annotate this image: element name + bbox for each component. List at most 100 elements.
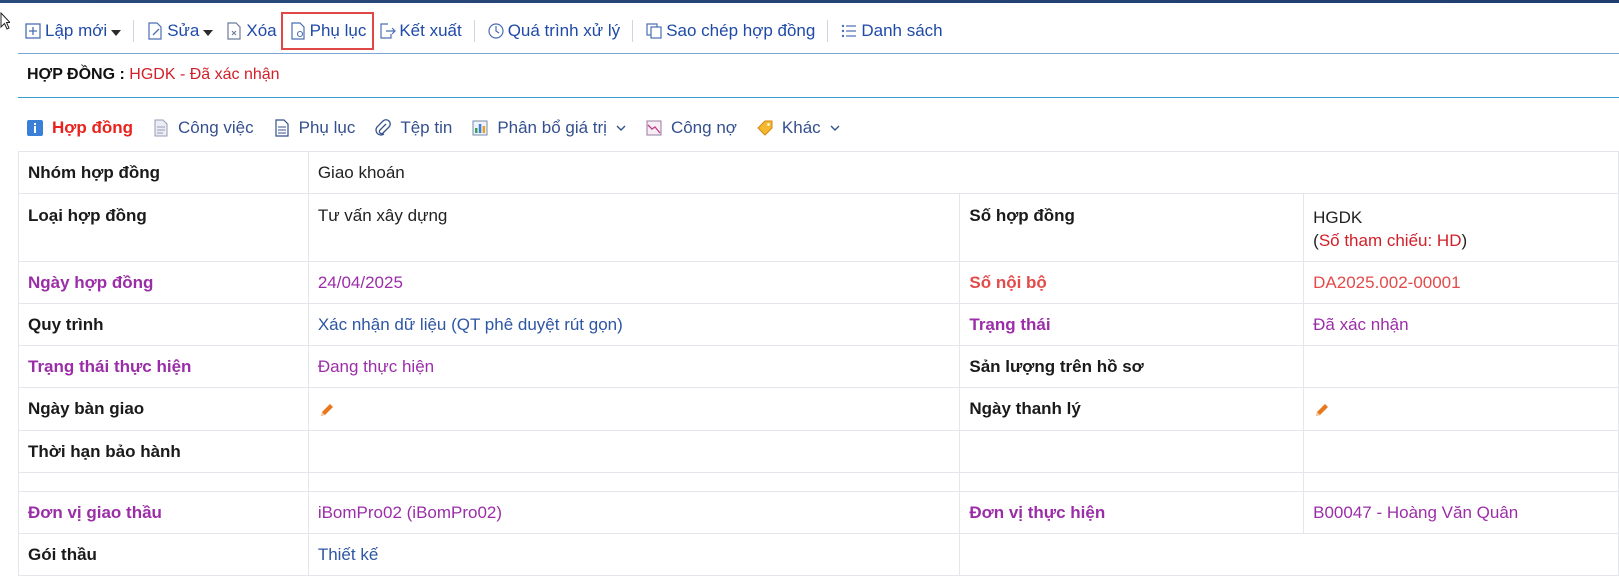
appendix-button[interactable]: Phụ lục [280, 12, 375, 50]
output-on-record-label: Sản lượng trên hồ sơ [959, 345, 1305, 388]
workflow-value[interactable]: Xác nhận dữ liệu (QT phê duyệt rút gọn) [307, 303, 961, 346]
contract-number-value: HGDK [1313, 208, 1363, 227]
table-spacer-row [18, 472, 1619, 492]
handover-date-label: Ngày bàn giao [18, 387, 309, 431]
appendix-doc-icon [291, 22, 305, 40]
internal-number-value: DA2025.002-00001 [1303, 261, 1619, 304]
chevron-down-icon [203, 29, 214, 36]
empty-cell [18, 472, 309, 492]
table-row: Trạng thái thực hiện Đang thực hiện Sản … [18, 345, 1619, 388]
tab-tasks[interactable]: Công việc [152, 118, 254, 138]
liquidation-date-label: Ngày thanh lý [959, 387, 1305, 431]
reference-number-text: Số tham chiếu: HD [1318, 231, 1462, 250]
pencil-icon[interactable] [1313, 401, 1331, 419]
table-row: Ngày hợp đồng 24/04/2025 Số nội bộ DA202… [18, 261, 1619, 304]
table-row: Nhóm hợp đồng Giao khoán [18, 151, 1619, 194]
bid-package-value[interactable]: Thiết kế [307, 533, 961, 576]
empty-cell [959, 430, 1305, 473]
output-on-record-value [1303, 345, 1619, 388]
tab-files[interactable]: Tệp tin [374, 118, 452, 138]
tab-other-label: Khác [781, 118, 821, 137]
empty-cell [307, 472, 961, 492]
warranty-period-label: Thời hạn bảo hành [18, 430, 309, 473]
copy-contract-button[interactable]: Sao chép hợp đồng [639, 14, 821, 48]
bid-package-label: Gói thầu [18, 533, 309, 576]
history-clock-icon [488, 23, 504, 39]
export-button-label: Kết xuất [399, 21, 462, 40]
contract-group-value: Giao khoán [307, 151, 1619, 194]
contract-date-label: Ngày hợp đồng [18, 261, 309, 304]
detail-tabs: Hợp đồng Công việc Phụ lục Tệp tin Phân … [26, 114, 859, 142]
table-row: Quy trình Xác nhận dữ liệu (QT phê duyệt… [18, 303, 1619, 346]
toolbar-divider-line [18, 53, 1619, 54]
tag-icon [757, 120, 773, 136]
contract-number-cell: HGDK (Số tham chiếu: HD) [1303, 193, 1619, 262]
liquidation-date-cell [1303, 387, 1619, 431]
tab-debt-label: Công nợ [670, 118, 737, 137]
tab-appendix-label: Phụ lục [298, 118, 356, 137]
delete-doc-icon [227, 22, 241, 40]
handover-date-cell [307, 387, 961, 431]
status-value: Đã xác nhận [1303, 303, 1619, 346]
toolbar-divider [827, 20, 829, 42]
new-button[interactable]: Lập mới [18, 14, 127, 48]
list-icon [842, 24, 857, 38]
tab-files-label: Tệp tin [400, 118, 453, 137]
warranty-period-value [307, 430, 961, 473]
process-history-button[interactable]: Quá trình xử lý [481, 14, 626, 48]
toolbar-divider [632, 20, 634, 42]
edit-button-label: Sửa [167, 21, 200, 40]
execution-status-value: Đang thực hiện [307, 345, 961, 388]
heading-divider-line [18, 97, 1619, 98]
workflow-label: Quy trình [18, 303, 309, 346]
page-icon [275, 119, 289, 137]
export-button[interactable]: Kết xuất [372, 14, 467, 48]
empty-cell [1303, 430, 1619, 473]
bar-chart-icon [472, 120, 488, 136]
executing-unit-label: Đơn vị thực hiện [959, 491, 1305, 534]
reference-number: (Số tham chiếu: HD) [1313, 231, 1468, 250]
table-row: Loại hợp đồng Tư vấn xây dựng Số hợp đồn… [18, 193, 1619, 262]
contract-type-label: Loại hợp đồng [18, 193, 309, 262]
status-label: Trạng thái [959, 303, 1305, 346]
page-title-value: HGDK - Đã xác nhận [129, 66, 280, 83]
delete-button-label: Xóa [246, 21, 277, 40]
line-chart-icon [646, 120, 662, 136]
chevron-down-icon [616, 125, 626, 131]
tab-value-allocation[interactable]: Phân bổ giá trị [471, 118, 626, 138]
empty-cell [959, 533, 1619, 576]
pencil-icon[interactable] [318, 401, 336, 419]
table-row: Thời hạn bảo hành [18, 430, 1619, 473]
new-button-label: Lập mới [45, 21, 108, 40]
appendix-button-label: Phụ lục [309, 21, 367, 40]
empty-cell [959, 472, 1305, 492]
list-button[interactable]: Danh sách [834, 14, 948, 48]
table-row: Ngày bàn giao Ngày thanh lý [18, 387, 1619, 431]
export-icon [380, 23, 397, 39]
tab-other[interactable]: Khác [756, 118, 840, 138]
edit-button[interactable]: Sửa [140, 14, 219, 48]
contract-date-value: 24/04/2025 [307, 261, 961, 304]
toolbar-divider [133, 20, 135, 42]
tab-tasks-label: Công việc [178, 118, 254, 137]
document-icon [154, 119, 168, 137]
window-top-strip [0, 0, 1619, 3]
edit-doc-icon [148, 22, 162, 40]
list-button-label: Danh sách [861, 21, 943, 40]
contract-detail-table: Nhóm hợp đồng Giao khoán Loại hợp đồng T… [18, 151, 1619, 576]
process-history-label: Quá trình xử lý [507, 21, 621, 40]
delete-button[interactable]: Xóa [219, 14, 282, 48]
main-toolbar: Lập mới Sửa Xóa Phụ lục Kết xuất Quá trì… [18, 12, 949, 50]
tab-contract[interactable]: Hợp đồng [26, 118, 133, 138]
tab-contract-label: Hợp đồng [52, 118, 134, 137]
execution-status-label: Trạng thái thực hiện [18, 345, 309, 388]
contract-number-label: Số hợp đồng [959, 193, 1305, 262]
info-icon [27, 120, 43, 136]
mouse-cursor-icon [0, 12, 10, 30]
tab-value-allocation-label: Phân bổ giá trị [497, 118, 607, 137]
contracting-unit-value: iBomPro02 (iBomPro02) [307, 491, 961, 534]
executing-unit-value: B00047 - Hoàng Văn Quân [1303, 491, 1619, 534]
tab-appendix[interactable]: Phụ lục [273, 118, 356, 138]
tab-debt[interactable]: Công nợ [645, 118, 737, 138]
contract-group-label: Nhóm hợp đồng [18, 151, 309, 194]
